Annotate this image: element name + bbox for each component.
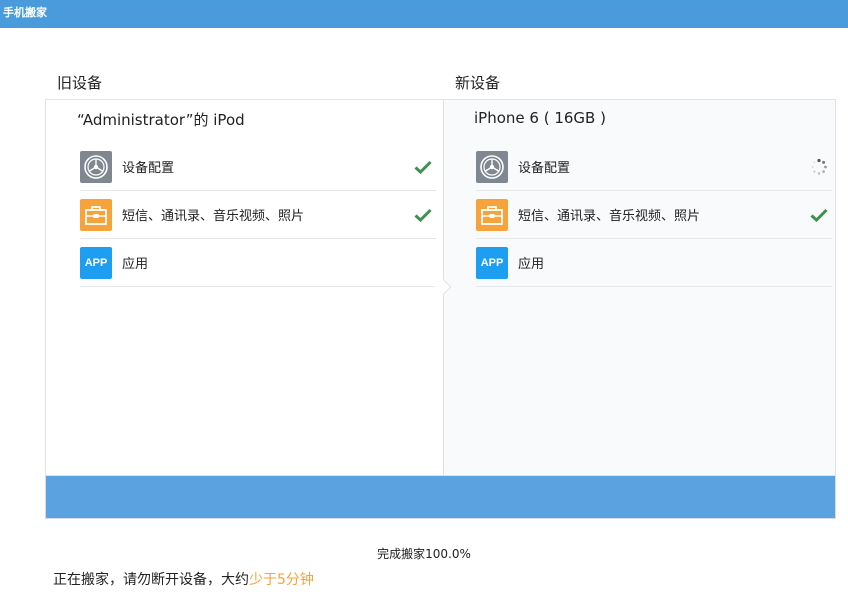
- new-item-settings: 设备配置: [476, 143, 832, 191]
- eta-text: 少于5分钟: [249, 572, 314, 588]
- old-item-settings: 设备配置: [80, 143, 436, 191]
- progress-bar: [45, 476, 836, 519]
- item-label: 应用: [518, 257, 545, 272]
- check-icon: [808, 204, 830, 226]
- title-bar: 手机搬家: [0, 0, 848, 28]
- progress-bar-fill: [46, 476, 835, 518]
- app-icon: APP: [476, 246, 508, 279]
- status-message-text: 正在搬家，请勿断开设备，大约: [53, 572, 249, 588]
- briefcase-icon: [80, 198, 112, 231]
- status-message: 正在搬家，请勿断开设备，大约少于5分钟: [53, 569, 314, 589]
- new-device-name: iPhone 6 ( 16GB ): [474, 109, 606, 127]
- new-device-pane: iPhone 6 ( 16GB ) 设备配置 短信、通讯录、音乐视频、照片 AP…: [443, 100, 835, 475]
- progress-text: 完成搬家100.0%: [377, 547, 471, 561]
- item-label: 应用: [122, 257, 149, 272]
- item-label: 短信、通讯录、音乐视频、照片: [518, 209, 701, 224]
- new-item-apps: APP 应用: [476, 239, 832, 287]
- item-label: 短信、通讯录、音乐视频、照片: [122, 209, 305, 224]
- check-icon: [412, 204, 434, 226]
- app-icon: APP: [80, 246, 112, 279]
- old-item-messages-contacts-media: 短信、通讯录、音乐视频、照片: [80, 191, 436, 239]
- old-device-name: “Administrator”的 iPod: [77, 111, 245, 129]
- old-item-apps: APP 应用: [80, 239, 436, 287]
- old-device-heading: 旧设备: [57, 74, 103, 92]
- item-label: 设备配置: [518, 161, 571, 176]
- window-title: 手机搬家: [3, 6, 47, 19]
- briefcase-icon: [476, 198, 508, 231]
- new-device-heading: 新设备: [455, 74, 501, 92]
- transfer-panel: “Administrator”的 iPod 设备配置 短信、通讯录、音乐视频、照…: [45, 99, 836, 476]
- loading-spinner-icon: [808, 156, 830, 178]
- item-label: 设备配置: [122, 161, 175, 176]
- old-device-pane: “Administrator”的 iPod 设备配置 短信、通讯录、音乐视频、照…: [46, 100, 443, 475]
- gear-icon: [476, 150, 508, 183]
- check-icon: [412, 156, 434, 178]
- new-item-messages-contacts-media: 短信、通讯录、音乐视频、照片: [476, 191, 832, 239]
- gear-icon: [80, 150, 112, 183]
